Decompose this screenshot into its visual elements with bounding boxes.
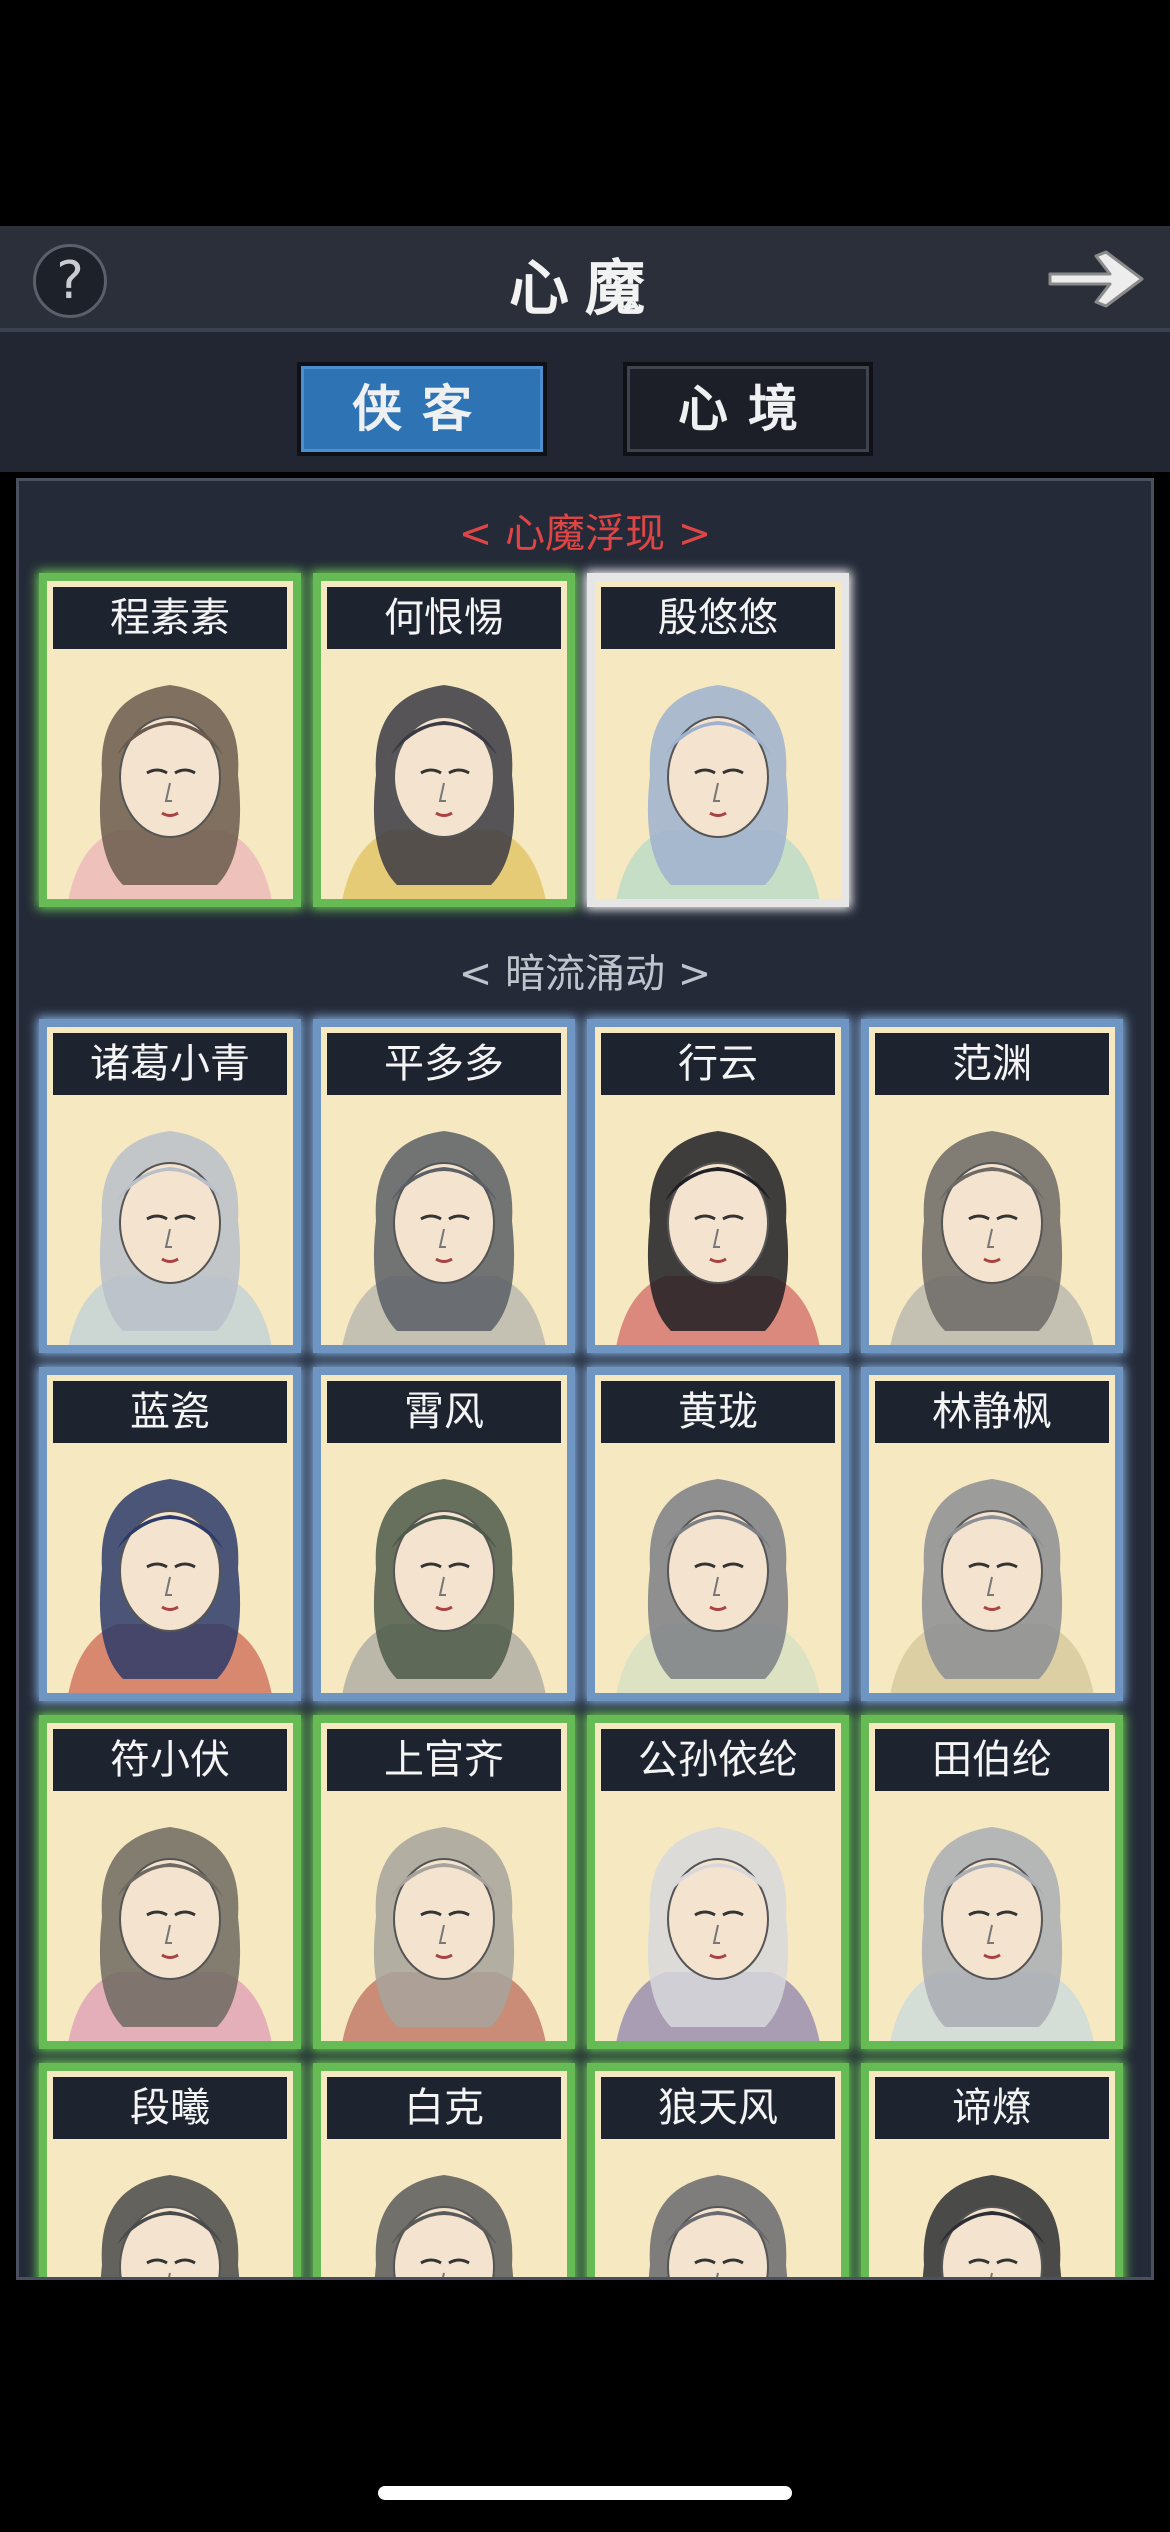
character-portrait <box>321 1797 567 2041</box>
character-portrait <box>47 655 293 899</box>
character-name: 公孙依纶 <box>601 1729 835 1791</box>
character-name: 霄风 <box>327 1381 561 1443</box>
character-portrait <box>47 2145 293 2277</box>
character-portrait <box>47 1101 293 1345</box>
character-card[interactable]: 霄风 <box>313 1367 575 1701</box>
character-portrait <box>47 1449 293 1693</box>
character-portrait <box>869 1101 1115 1345</box>
tab-state-of-mind[interactable]: 心境 <box>623 362 873 456</box>
character-portrait <box>595 1797 841 2041</box>
character-card[interactable]: 上官齐 <box>313 1715 575 2049</box>
character-name: 何恨惕 <box>327 587 561 649</box>
character-name: 符小伏 <box>53 1729 287 1791</box>
top-bar: ? 心魔 <box>0 226 1170 332</box>
character-name: 行云 <box>601 1033 835 1095</box>
character-portrait <box>595 1449 841 1693</box>
section-title-emerging: < 心魔浮现 > <box>458 511 712 557</box>
character-portrait <box>869 2145 1115 2277</box>
character-card[interactable]: 段曦 <box>39 2063 301 2277</box>
character-card[interactable]: 范渊 <box>861 1019 1123 1353</box>
character-name: 田伯纶 <box>875 1729 1109 1791</box>
character-card[interactable]: 黄珑 <box>587 1367 849 1701</box>
character-portrait <box>321 2145 567 2277</box>
character-name: 殷悠悠 <box>601 587 835 649</box>
character-name: 平多多 <box>327 1033 561 1095</box>
character-name: 黄珑 <box>601 1381 835 1443</box>
character-name: 狼天风 <box>601 2077 835 2139</box>
character-name: 上官齐 <box>327 1729 561 1791</box>
character-card[interactable]: 谛燎 <box>861 2063 1123 2277</box>
arrow-right-icon <box>1048 250 1144 308</box>
tab-heroes[interactable]: 侠客 <box>297 362 547 456</box>
character-name: 谛燎 <box>875 2077 1109 2139</box>
character-card[interactable]: 田伯纶 <box>861 1715 1123 2049</box>
character-name: 范渊 <box>875 1033 1109 1095</box>
character-portrait <box>321 1101 567 1345</box>
tab-bar: 侠客 心境 <box>0 332 1170 472</box>
character-card[interactable]: 何恨惕 <box>313 573 575 907</box>
home-indicator <box>378 2486 792 2500</box>
character-name: 林静枫 <box>875 1381 1109 1443</box>
character-card[interactable]: 公孙依纶 <box>587 1715 849 2049</box>
character-card[interactable]: 符小伏 <box>39 1715 301 2049</box>
character-name: 蓝瓷 <box>53 1381 287 1443</box>
character-panel[interactable]: < 心魔浮现 > < 暗流涌动 > 程素素 何恨惕 殷悠悠 诸葛小青 平多多 行… <box>16 478 1154 2280</box>
character-portrait <box>321 655 567 899</box>
character-portrait <box>321 1449 567 1693</box>
character-card[interactable]: 蓝瓷 <box>39 1367 301 1701</box>
character-card[interactable]: 殷悠悠 <box>587 573 849 907</box>
character-name: 段曦 <box>53 2077 287 2139</box>
character-name: 程素素 <box>53 587 287 649</box>
character-card[interactable]: 程素素 <box>39 573 301 907</box>
page-title: 心魔 <box>509 254 661 324</box>
next-button[interactable] <box>1044 244 1148 314</box>
character-card[interactable]: 林静枫 <box>861 1367 1123 1701</box>
character-card[interactable]: 狼天风 <box>587 2063 849 2277</box>
character-portrait <box>595 2145 841 2277</box>
character-portrait <box>595 1101 841 1345</box>
character-card[interactable]: 行云 <box>587 1019 849 1353</box>
character-portrait <box>595 655 841 899</box>
character-portrait <box>47 1797 293 2041</box>
character-name: 诸葛小青 <box>53 1033 287 1095</box>
character-portrait <box>869 1449 1115 1693</box>
character-portrait <box>869 1797 1115 2041</box>
section-title-undercurrent: < 暗流涌动 > <box>458 951 712 997</box>
character-card[interactable]: 平多多 <box>313 1019 575 1353</box>
character-name: 白克 <box>327 2077 561 2139</box>
character-card[interactable]: 白克 <box>313 2063 575 2277</box>
character-card[interactable]: 诸葛小青 <box>39 1019 301 1353</box>
